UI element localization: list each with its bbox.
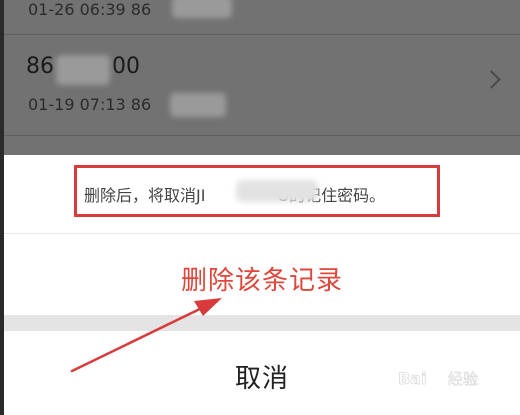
svg-text:Bai: Bai [398, 369, 426, 388]
device-frame-edge [0, 0, 4, 415]
redacted-blur [56, 55, 110, 85]
baidu-jingyan-watermark: Bai 经验 jingyan.baidu.com [398, 369, 478, 393]
list-item[interactable]: 01-26 06:39 86 [4, 0, 520, 35]
delete-record-button[interactable]: 删除该条记录 [4, 234, 520, 314]
redacted-blur [170, 93, 226, 117]
record-meta: 01-26 06:39 86 [28, 0, 152, 19]
sheet-separator [4, 315, 520, 331]
redacted-blur [172, 0, 232, 18]
sheet-hint: 删除后，将取消JI U的记住密码。 [4, 155, 520, 234]
delete-record-label: 删除该条记录 [180, 265, 343, 295]
chevron-right-icon[interactable] [482, 70, 501, 89]
record-number-start: 86 [26, 54, 54, 79]
list-item[interactable]: 86 00 01-19 07:13 86 [4, 35, 520, 136]
svg-text:jingyan.baidu.com: jingyan.baidu.com [411, 387, 468, 393]
login-record-list: 01-26 06:39 86 86 00 01-19 07:13 86 [4, 0, 520, 155]
list-item[interactable] [4, 136, 520, 155]
annotation-highlight-box [74, 165, 440, 217]
record-number-end: 00 [112, 54, 140, 79]
phone-screen: 01-26 06:39 86 86 00 01-19 07:13 86 删除后，将… [0, 0, 520, 415]
svg-text:经验: 经验 [448, 370, 478, 388]
record-meta: 01-19 07:13 86 [28, 95, 152, 114]
